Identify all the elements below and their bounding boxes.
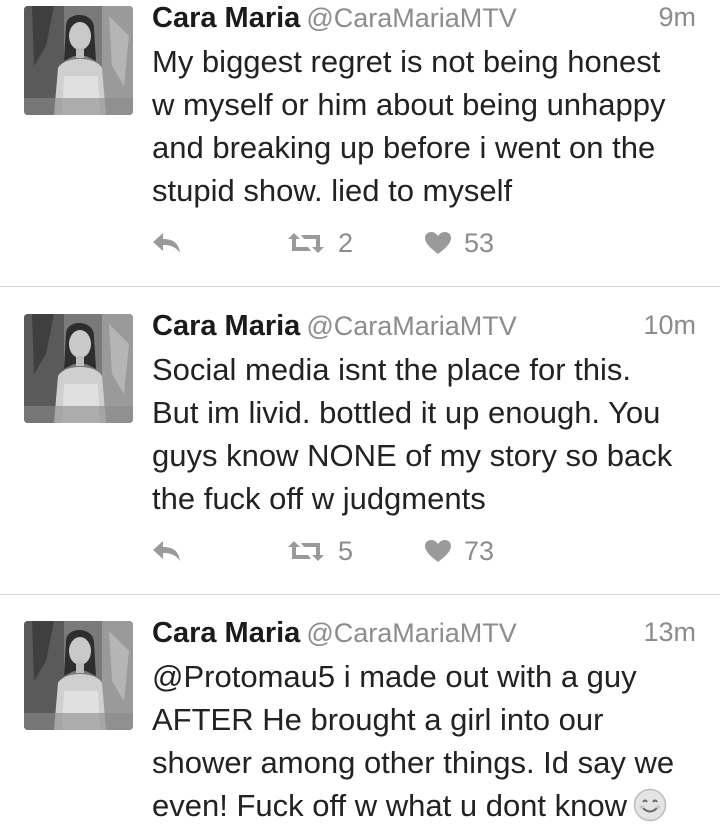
reply-arrow-icon bbox=[153, 541, 180, 561]
tweet-text-line: My biggest regret is not being honest bbox=[152, 44, 661, 79]
tweet-text-line: AFTER He brought a girl into our bbox=[152, 702, 604, 737]
tweet-text-segment: even! Fuck off w what u dont know bbox=[152, 788, 628, 823]
tweet[interactable]: Cara Maria @CaraMariaMTV 9m My biggest re… bbox=[0, 0, 720, 286]
timestamp: 10m bbox=[643, 310, 696, 340]
tweet-text-line: Social media isnt the place for this. bbox=[152, 352, 632, 387]
retweet-button[interactable]: 5 bbox=[286, 535, 353, 567]
tweet-header: Cara Maria @CaraMariaMTV 9m bbox=[152, 2, 696, 38]
like-count: 53 bbox=[464, 227, 495, 258]
retweet-count: 5 bbox=[338, 535, 354, 566]
tweet-text-line: stupid show. lied to myself bbox=[152, 173, 513, 208]
tweet-text-line: @Protomau5 i made out with a guy bbox=[152, 655, 697, 698]
tweet-text: My biggest regret is not being honest w … bbox=[152, 40, 697, 212]
tweet[interactable]: Cara Maria @CaraMariaMTV 13m @Protomau5 i… bbox=[0, 595, 720, 827]
like-button[interactable]: 73 bbox=[424, 535, 494, 567]
heart-icon bbox=[425, 232, 451, 254]
tweet-text-line: and breaking up before i went on the bbox=[152, 130, 656, 165]
author-name[interactable]: Cara Maria bbox=[152, 310, 300, 342]
tweet-header: Cara Maria @CaraMariaMTV 10m bbox=[152, 310, 696, 346]
reply-button[interactable] bbox=[152, 535, 182, 567]
avatar[interactable] bbox=[24, 6, 133, 115]
like-count: 73 bbox=[464, 535, 495, 566]
mention-link[interactable]: @Protomau5 i made out with a guy bbox=[152, 659, 637, 694]
tweet-text: Social media isnt the place for this. Bu… bbox=[152, 348, 697, 520]
tweet-text-line: But im livid. bottled it up enough. You bbox=[152, 395, 661, 430]
author-handle[interactable]: @CaraMariaMTV bbox=[306, 3, 516, 33]
tweet-header: Cara Maria @CaraMariaMTV 13m bbox=[152, 617, 696, 653]
timestamp: 13m bbox=[643, 617, 696, 647]
retweet-icon bbox=[288, 541, 324, 561]
timestamp: 9m bbox=[658, 2, 696, 32]
tweet-text-line: guys know NONE of my story so back bbox=[152, 438, 673, 473]
author-name[interactable]: Cara Maria bbox=[152, 617, 300, 649]
avatar[interactable] bbox=[24, 621, 133, 730]
retweet-button[interactable]: 2 bbox=[286, 227, 353, 259]
heart-icon bbox=[425, 540, 451, 562]
tweet-text: @Protomau5 i made out with a guy AFTER H… bbox=[152, 655, 697, 827]
retweet-icon bbox=[288, 233, 324, 253]
tweet-actions: 5 73 bbox=[152, 535, 652, 567]
reply-button[interactable] bbox=[152, 227, 182, 259]
author-name[interactable]: Cara Maria bbox=[152, 2, 300, 34]
retweet-count: 2 bbox=[338, 227, 354, 258]
smiling-face-emoji-icon bbox=[633, 788, 667, 822]
author-handle[interactable]: @CaraMariaMTV bbox=[306, 618, 516, 648]
tweet-actions: 2 53 bbox=[152, 227, 652, 259]
tweet-text-line: even! Fuck off w what u dont know bbox=[152, 784, 697, 827]
tweet-text-line: the fuck off w judgments bbox=[152, 481, 486, 516]
avatar[interactable] bbox=[24, 314, 133, 423]
tweet[interactable]: Cara Maria @CaraMariaMTV 10m Social media… bbox=[0, 287, 720, 594]
tweet-text-line: w myself or him about being unhappy bbox=[152, 87, 666, 122]
reply-arrow-icon bbox=[153, 233, 180, 253]
author-handle[interactable]: @CaraMariaMTV bbox=[306, 311, 516, 341]
like-button[interactable]: 53 bbox=[424, 227, 494, 259]
tweet-text-line: shower among other things. Id say we bbox=[152, 745, 675, 780]
